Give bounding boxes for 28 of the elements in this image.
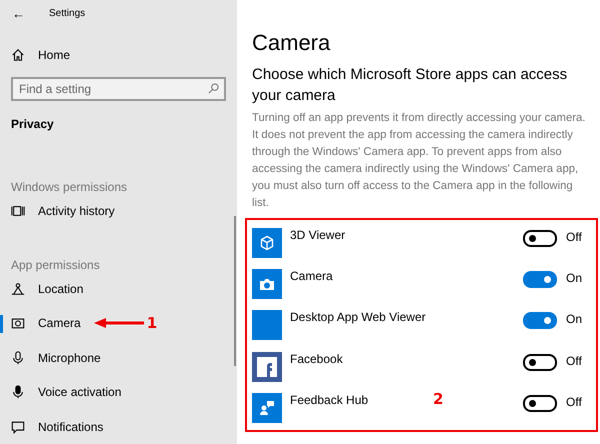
- app-name: 3D Viewer: [290, 228, 346, 242]
- group-heading: Windows permissions: [10, 179, 128, 194]
- page-title: Camera: [252, 30, 332, 56]
- toggle-state: Off: [566, 354, 583, 368]
- group-heading: App permissions: [10, 256, 101, 272]
- app-name: Feedback Hub: [290, 392, 368, 407]
- nav-item[interactable]: Location: [0, 272, 237, 306]
- toggle-state: On: [566, 271, 584, 286]
- nav-item[interactable]: Notifications: [0, 410, 237, 444]
- annotation-number: 2: [433, 390, 444, 408]
- nav-item[interactable]: Microphone: [0, 340, 237, 376]
- section-heading: Choose which Microsoft Store apps can access your camera: [252, 65, 568, 106]
- toggle-state: Off: [566, 230, 583, 244]
- section-title: Privacy: [10, 116, 55, 133]
- nav-item[interactable]: Voice activation: [0, 375, 237, 410]
- description: Turning off an app prevents it from directly accessing your camera. It does not prevent the app from accessing the camera indirectly through the Windows' Camera app. To prevent apps from also accessing the camera indirectly using the Windows' Camera app, you must also turn off access to the Camera app in the following list.: [252, 111, 586, 211]
- home-link[interactable]: Home: [38, 48, 70, 62]
- toggle-state: Off: [566, 394, 583, 409]
- window-title: Settings: [49, 8, 86, 20]
- app-name: Camera: [290, 269, 333, 284]
- back-button[interactable]: ←: [12, 6, 25, 22]
- annotation-number: 1: [146, 314, 158, 332]
- nav-item[interactable]: Activity history: [0, 194, 237, 229]
- toggle-state: On: [566, 312, 584, 326]
- app-name: Facebook: [290, 352, 343, 366]
- app-name: Desktop App Web Viewer: [290, 310, 426, 324]
- nav-item[interactable]: Camera 1: [0, 306, 237, 341]
- search-field[interactable]: Find a setting: [11, 76, 226, 101]
